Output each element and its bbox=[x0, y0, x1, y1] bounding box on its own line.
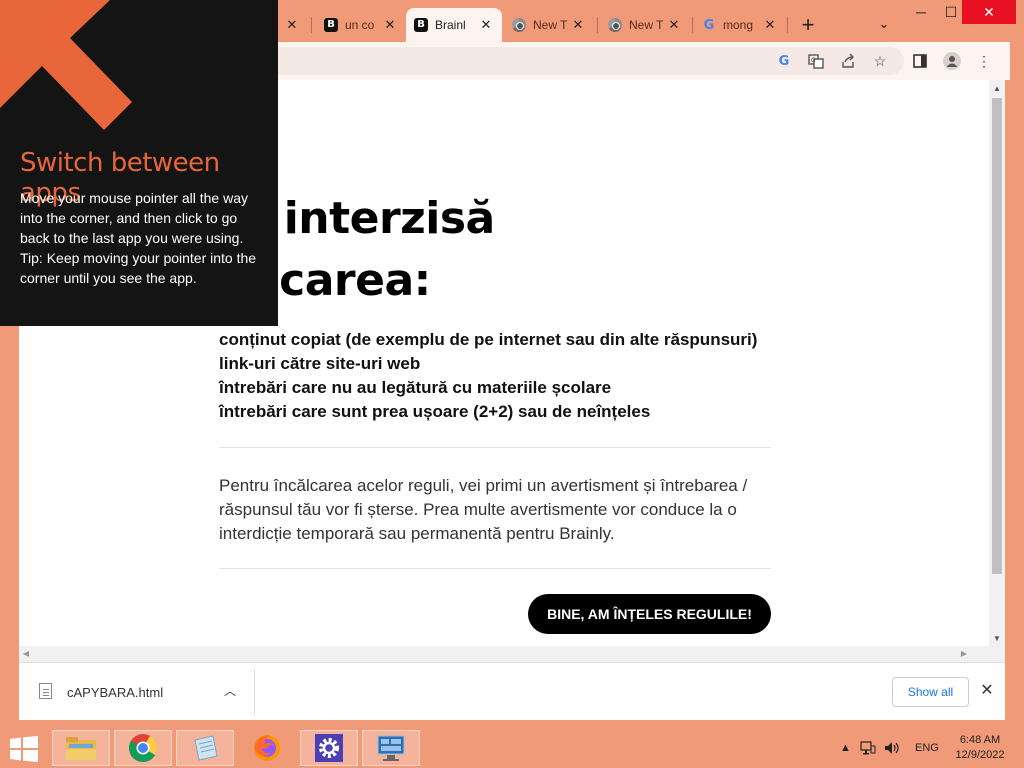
tab-1[interactable]: B un co ✕ bbox=[316, 8, 406, 42]
tab-close-icon[interactable]: ✕ bbox=[478, 17, 494, 33]
download-shelf: cAPYBARA.html ︿ Show all ✕ bbox=[19, 662, 1005, 720]
chevron-up-icon[interactable]: ︿ bbox=[221, 682, 239, 700]
firefox-icon[interactable] bbox=[238, 730, 296, 766]
clock-time: 6:48 AM bbox=[959, 734, 1001, 746]
show-hidden-icons-icon[interactable]: ▲ bbox=[840, 728, 851, 768]
scroll-right-icon[interactable]: ▶ bbox=[957, 646, 971, 662]
horizontal-scrollbar[interactable]: ◀ ▶ bbox=[19, 646, 1005, 662]
clock-date: 12/9/2022 bbox=[955, 749, 1005, 761]
tab-5[interactable]: G mong ✕ bbox=[694, 8, 786, 42]
chrome-favicon-icon bbox=[512, 18, 526, 32]
show-all-button[interactable]: Show all bbox=[892, 677, 969, 707]
chrome-icon[interactable] bbox=[114, 730, 172, 766]
tip-hint: Tip: Keep moving your pointer into the c… bbox=[20, 250, 257, 286]
rule-item: link-uri către site-uri web bbox=[219, 354, 421, 373]
switch-apps-tip: Switch between apps Move your mouse poin… bbox=[0, 0, 278, 326]
tab-close-icon[interactable]: ✕ bbox=[762, 17, 778, 33]
remote-desktop-icon[interactable] bbox=[362, 730, 420, 766]
minimize-icon[interactable]: ─ bbox=[904, 0, 938, 24]
corner-arrow-icon bbox=[0, 0, 132, 130]
google-favicon-icon: G bbox=[703, 17, 715, 33]
close-icon[interactable]: ✕ bbox=[962, 0, 1016, 24]
rules-note: Pentru încălcarea acelor reguli, vei pri… bbox=[219, 476, 748, 543]
tip-text: Move your mouse pointer all the way into… bbox=[20, 190, 248, 246]
tab-title: mong bbox=[723, 18, 754, 32]
translate-icon[interactable]: G bbox=[806, 51, 826, 71]
brainly-favicon-icon: B bbox=[324, 18, 338, 32]
rule-item: conținut copiat (de exemplu de pe intern… bbox=[219, 330, 758, 349]
file-icon bbox=[39, 683, 52, 699]
divider bbox=[254, 669, 255, 715]
side-panel-icon[interactable] bbox=[910, 51, 930, 71]
rules-list: conținut copiat (de exemplu de pe intern… bbox=[219, 328, 757, 424]
rule-item: întrebări care sunt prea ușoare (2+2) sa… bbox=[219, 402, 651, 421]
tab-separator bbox=[597, 17, 598, 33]
menu-icon[interactable]: ⋮ bbox=[974, 51, 994, 71]
scroll-down-icon[interactable]: ▼ bbox=[989, 632, 1005, 646]
taskbar: ▲ ENG 6:48 AM 12/9/2022 bbox=[0, 728, 1024, 768]
tab-separator bbox=[311, 17, 312, 33]
tab-2-active[interactable]: B Brainl ✕ bbox=[406, 8, 502, 42]
plus-icon[interactable]: + bbox=[796, 14, 820, 38]
settings-gear-icon[interactable] bbox=[300, 730, 358, 766]
tab-close-icon[interactable]: ✕ bbox=[570, 17, 586, 33]
windows-start-icon[interactable] bbox=[10, 736, 38, 762]
tip-body: Move your mouse pointer all the way into… bbox=[20, 188, 266, 288]
share-icon[interactable] bbox=[838, 51, 858, 71]
notepad-icon[interactable] bbox=[176, 730, 234, 766]
chevron-down-icon[interactable]: ⌄ bbox=[874, 16, 894, 36]
volume-icon[interactable] bbox=[884, 728, 902, 768]
tab-title: New T bbox=[629, 18, 664, 32]
google-lens-icon[interactable]: G bbox=[774, 51, 794, 71]
scroll-up-icon[interactable]: ▲ bbox=[989, 82, 1005, 96]
tab-close-icon[interactable]: ✕ bbox=[382, 17, 398, 33]
tab-close-icon[interactable]: ✕ bbox=[284, 17, 300, 33]
language-indicator[interactable]: ENG bbox=[915, 728, 939, 768]
tab-4[interactable]: New T ✕ bbox=[600, 8, 690, 42]
tab-close-icon[interactable]: ✕ bbox=[666, 17, 682, 33]
tab-3[interactable]: New T ✕ bbox=[504, 8, 594, 42]
scrollbar-thumb[interactable] bbox=[992, 98, 1002, 574]
clock[interactable]: 6:48 AM 12/9/2022 bbox=[950, 733, 1010, 763]
tab-separator bbox=[692, 17, 693, 33]
divider bbox=[219, 447, 771, 448]
network-icon[interactable] bbox=[860, 728, 876, 768]
file-explorer-icon[interactable] bbox=[52, 730, 110, 766]
download-file-name[interactable]: cAPYBARA.html bbox=[67, 685, 163, 700]
tab-title: New T bbox=[533, 18, 568, 32]
close-icon[interactable]: ✕ bbox=[977, 681, 997, 701]
tab-title: Brainl bbox=[435, 18, 466, 32]
accept-rules-button[interactable]: BINE, AM ÎNȚELES REGULILE! bbox=[528, 594, 771, 634]
tab-title: un co bbox=[345, 18, 375, 32]
svg-text:G: G bbox=[811, 57, 816, 64]
tab-separator bbox=[787, 17, 788, 33]
rule-item: întrebări care nu au legătură cu materii… bbox=[219, 378, 612, 397]
brainly-favicon-icon: B bbox=[414, 18, 428, 32]
profile-icon[interactable] bbox=[942, 51, 962, 71]
star-icon[interactable]: ☆ bbox=[870, 51, 890, 71]
divider bbox=[219, 568, 771, 569]
chrome-favicon-icon bbox=[608, 18, 622, 32]
scroll-left-icon[interactable]: ◀ bbox=[19, 646, 33, 662]
vertical-scrollbar[interactable]: ▲ ▼ bbox=[989, 80, 1005, 646]
